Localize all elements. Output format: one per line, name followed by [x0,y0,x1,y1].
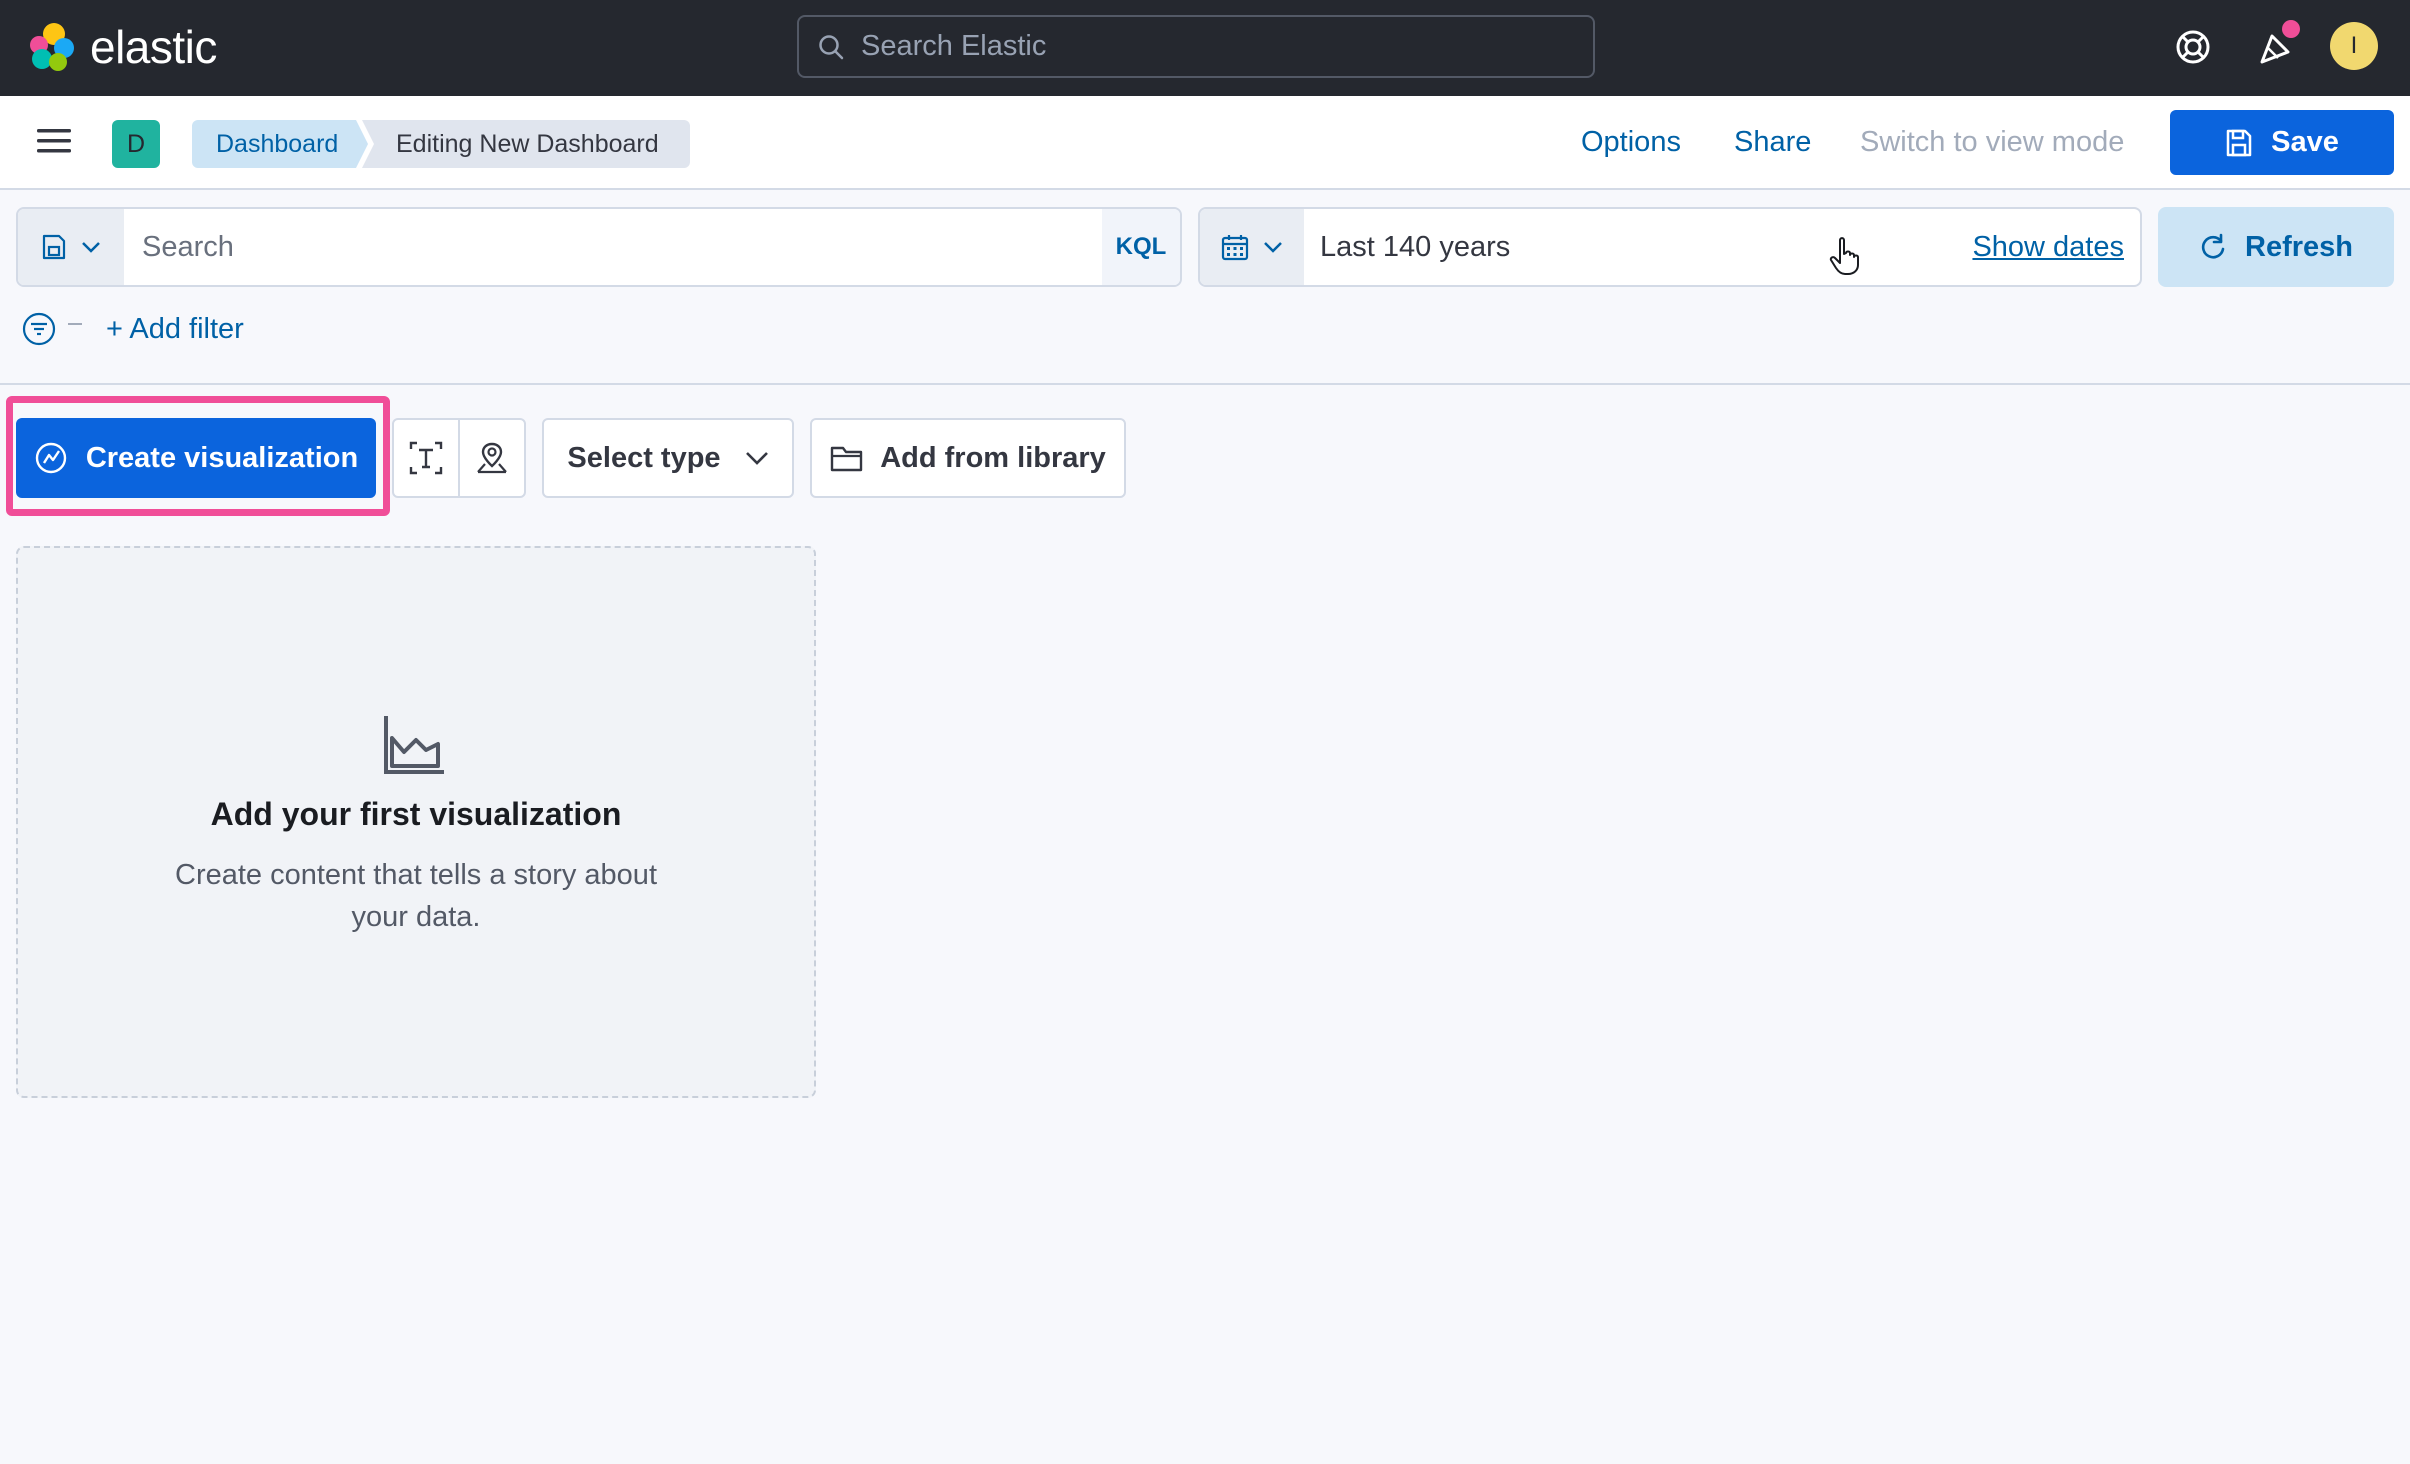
menu-icon[interactable] [36,126,72,156]
query-bar: KQL [16,207,1182,287]
global-search-input[interactable] [859,29,1543,64]
save-label: Save [2271,126,2339,158]
date-range-text[interactable]: Last 140 years [1320,231,1510,264]
save-button[interactable]: Save [2170,110,2394,175]
global-search[interactable] [797,15,1595,78]
app-header: D Dashboard Editing New Dashboard Option… [0,96,2410,190]
chevron-down-icon [1264,242,1282,253]
area-chart-icon [384,716,444,774]
empty-dashboard-panel: Add your first visualization Create cont… [16,546,816,1098]
quick-add-group [392,418,526,498]
hand-cursor-icon [1829,237,1859,275]
add-map-panel-button[interactable] [458,420,524,496]
switch-view-mode-button[interactable]: Switch to view mode [1860,126,2124,159]
global-header: elastic I [0,0,2410,96]
notification-dot [2282,20,2300,38]
saved-query-menu-button[interactable] [18,209,124,285]
breadcrumb-current: Editing New Dashboard [362,120,690,168]
visualize-app-icon [35,442,67,474]
create-visualization-button[interactable]: Create visualization [16,418,376,498]
create-visualization-label: Create visualization [85,441,359,474]
search-icon [819,34,844,59]
elastic-logo[interactable]: elastic [28,20,217,74]
query-search-input[interactable] [140,229,1044,265]
select-type-label: Select type [567,441,721,474]
options-button[interactable]: Options [1581,126,1681,159]
select-type-dropdown[interactable]: Select type [542,418,794,498]
filter-row: + Add filter [22,312,244,346]
folder-icon [831,446,863,472]
brand-name: elastic [90,21,217,73]
empty-state-title: Add your first visualization [210,796,622,832]
add-from-library-button[interactable]: Add from library [810,418,1126,498]
filter-separator [68,323,82,325]
maps-icon [477,442,507,474]
chevron-down-icon [82,242,100,253]
save-icon [2226,129,2252,156]
text-icon [409,441,443,475]
add-from-library-label: Add from library [880,441,1106,474]
quick-date-menu-button[interactable] [1200,209,1304,285]
calendar-icon [1221,235,1249,261]
show-dates-link[interactable]: Show dates [1972,231,2124,264]
refresh-button[interactable]: Refresh [2158,207,2394,287]
add-filter-button[interactable]: + Add filter [106,313,244,346]
add-text-panel-button[interactable] [394,420,458,496]
help-icon[interactable] [2174,28,2212,66]
saved-query-icon [42,234,66,260]
chevron-down-icon [745,452,768,465]
refresh-icon [2201,233,2225,259]
elastic-logo-icon [30,23,74,71]
share-button[interactable]: Share [1734,126,1811,159]
space-avatar[interactable]: D [112,120,160,168]
date-picker: Last 140 years Show dates [1198,207,2142,287]
empty-state-description: Create content that tells a story about … [175,859,657,933]
breadcrumb-dashboard[interactable]: Dashboard [192,120,368,168]
filter-icon[interactable] [22,312,56,346]
user-avatar[interactable]: I [2330,22,2378,70]
query-language-button[interactable]: KQL [1102,209,1180,285]
refresh-label: Refresh [2245,230,2353,263]
header-divider [0,383,2410,385]
